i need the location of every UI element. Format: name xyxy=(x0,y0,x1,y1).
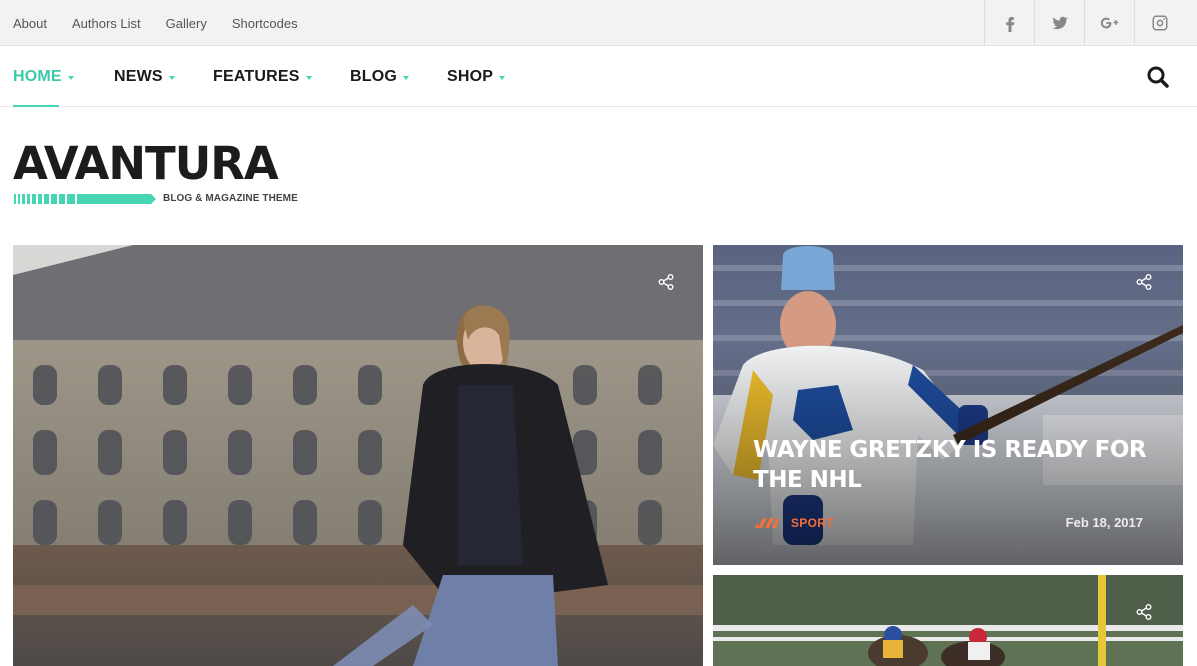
post-card-racing[interactable] xyxy=(713,575,1183,666)
featured-post-image xyxy=(13,245,703,666)
facebook-icon[interactable] xyxy=(984,0,1034,46)
share-icon[interactable] xyxy=(657,273,675,291)
top-links: About Authors List Gallery Shortcodes xyxy=(13,0,323,46)
caret-down-icon xyxy=(403,75,410,80)
category-label: SPORT xyxy=(791,516,834,530)
nav-item-label: NEWS xyxy=(114,67,163,85)
category-stripes-icon xyxy=(755,518,779,528)
caret-down-icon xyxy=(305,75,312,80)
nav-item-home[interactable]: HOME xyxy=(13,46,74,107)
nav-item-blog[interactable]: BLOG xyxy=(350,46,410,107)
top-bar: About Authors List Gallery Shortcodes xyxy=(0,0,1197,46)
nav-item-news[interactable]: NEWS xyxy=(114,46,175,107)
top-link-authors-list[interactable]: Authors List xyxy=(72,16,141,31)
share-icon[interactable] xyxy=(1135,603,1153,621)
featured-post-card[interactable] xyxy=(13,245,703,666)
main-nav: HOME NEWS FEATURES BLOG SHOP xyxy=(0,46,1197,107)
post-category[interactable]: SPORT xyxy=(755,516,834,530)
caret-down-icon xyxy=(168,75,175,80)
nav-item-label: BLOG xyxy=(350,67,398,85)
post-title[interactable]: WAYNE GRETZKY IS READY FOR THE NHL xyxy=(753,435,1163,495)
nav-item-features[interactable]: FEATURES xyxy=(213,46,312,107)
post-card-gretzky[interactable]: WAYNE GRETZKY IS READY FOR THE NHL SPORT… xyxy=(713,245,1183,565)
google-plus-icon[interactable] xyxy=(1084,0,1134,46)
nav-item-shop[interactable]: SHOP xyxy=(447,46,506,107)
nav-item-label: HOME xyxy=(13,67,62,85)
site-logo[interactable]: AVANTURA BLOG & MAGAZINE THEME xyxy=(13,137,298,204)
nav-item-label: SHOP xyxy=(447,67,494,85)
share-icon[interactable] xyxy=(1135,273,1153,291)
search-icon[interactable] xyxy=(1145,64,1171,90)
caret-down-icon xyxy=(67,75,74,80)
logo-name: AVANTURA xyxy=(13,137,279,190)
twitter-icon[interactable] xyxy=(1034,0,1084,46)
nav-item-label: FEATURES xyxy=(213,67,300,85)
top-link-about[interactable]: About xyxy=(13,16,47,31)
logo-tagline: BLOG & MAGAZINE THEME xyxy=(163,193,298,204)
social-links xyxy=(984,0,1184,46)
top-link-gallery[interactable]: Gallery xyxy=(166,16,207,31)
instagram-icon[interactable] xyxy=(1134,0,1184,46)
post-date: Feb 18, 2017 xyxy=(1065,515,1143,530)
post-image-horse-race xyxy=(713,575,1183,666)
top-link-shortcodes[interactable]: Shortcodes xyxy=(232,16,298,31)
active-nav-indicator xyxy=(13,105,59,107)
logo-progress-bar xyxy=(14,194,156,204)
caret-down-icon xyxy=(499,75,506,80)
